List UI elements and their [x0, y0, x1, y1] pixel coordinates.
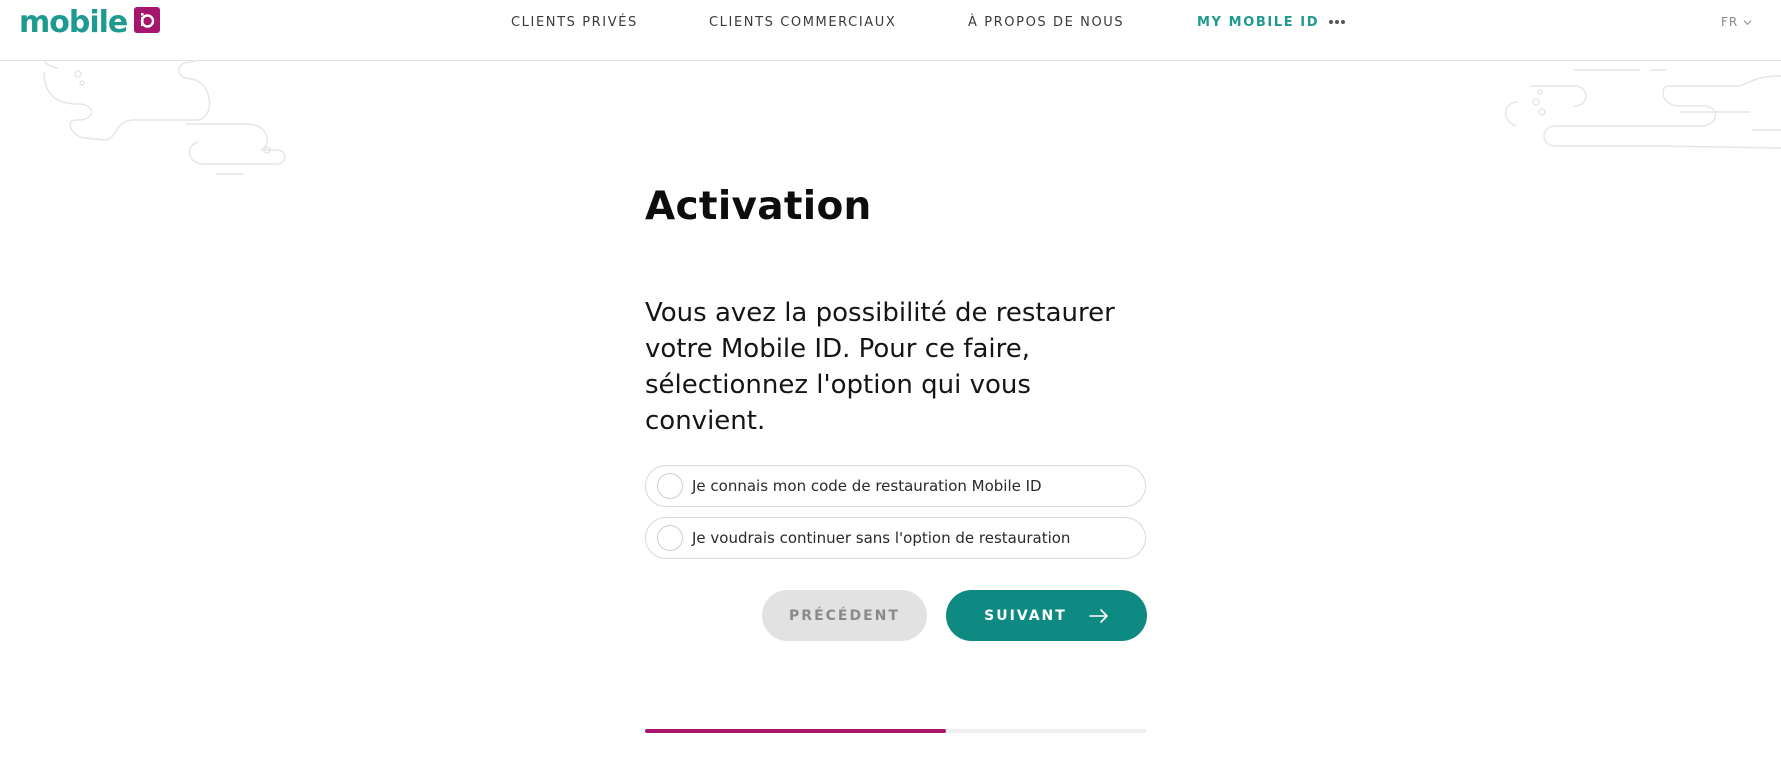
- option-continue-without-restore[interactable]: Je voudrais continuer sans l'option de r…: [645, 517, 1146, 559]
- nav-my-mobile-id[interactable]: MY MOBILE ID: [1197, 15, 1319, 30]
- option-label: Je connais mon code de restauration Mobi…: [692, 477, 1042, 495]
- mobile-id-logo[interactable]: mobile: [19, 5, 161, 40]
- radio-button[interactable]: [657, 473, 683, 499]
- option-restore-code[interactable]: Je connais mon code de restauration Mobi…: [645, 465, 1146, 507]
- previous-button-label: PRÉCÉDENT: [789, 607, 900, 624]
- language-selector[interactable]: FR: [1721, 15, 1752, 29]
- chevron-down-icon: [1743, 19, 1752, 25]
- page-title: Activation: [645, 184, 872, 229]
- nav-a-propos[interactable]: À PROPOS DE NOUS: [968, 15, 1124, 30]
- logo-wordmark: mobile: [19, 5, 128, 40]
- nav-clients-prives[interactable]: CLIENTS PRIVÉS: [511, 15, 638, 30]
- decorative-cloud-left: [43, 58, 286, 175]
- more-dots-icon[interactable]: [1329, 14, 1345, 30]
- site-header: mobile CLIENTS PRIVÉS CLIENTS COMMERCIAU…: [0, 0, 1781, 61]
- lead-paragraph: Vous avez la possibilité de restaurer vo…: [645, 298, 1115, 436]
- progress-bar-fill: [645, 729, 946, 733]
- next-button[interactable]: SUIVANT: [946, 590, 1147, 641]
- progress-bar: [645, 729, 1146, 733]
- arrow-right-icon: [1089, 608, 1108, 623]
- nav-clients-commerciaux[interactable]: CLIENTS COMMERCIAUX: [709, 15, 896, 30]
- radio-button[interactable]: [657, 525, 683, 551]
- next-button-label: SUIVANT: [984, 607, 1067, 624]
- decorative-cloud-right: [1505, 69, 1781, 149]
- previous-button[interactable]: PRÉCÉDENT: [762, 590, 927, 641]
- language-label: FR: [1721, 15, 1739, 29]
- option-label: Je voudrais continuer sans l'option de r…: [692, 529, 1071, 547]
- logo-badge-icon: [134, 7, 161, 33]
